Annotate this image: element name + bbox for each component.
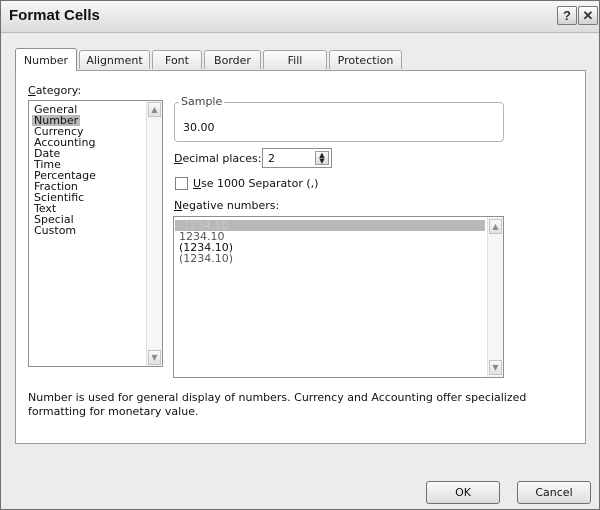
title-bar[interactable]: Format Cells ? ✕ (1, 1, 599, 33)
tab-alignment[interactable]: Alignment (79, 50, 150, 69)
category-description: Number is used for general display of nu… (28, 391, 527, 418)
category-scrollbar[interactable]: ▲ ▼ (146, 101, 162, 366)
scroll-down-arrow-icon[interactable]: ▼ (148, 350, 161, 365)
close-icon: ✕ (582, 7, 594, 23)
category-item[interactable]: Custom (32, 225, 78, 236)
help-button[interactable]: ? (557, 6, 577, 25)
tab-border[interactable]: Border (204, 50, 261, 69)
category-label: Category: (28, 84, 82, 97)
scroll-up-arrow-icon[interactable]: ▲ (489, 219, 502, 234)
sample-value: 30.00 (183, 121, 215, 134)
negative-numbers-scrollbar[interactable]: ▲ ▼ (487, 217, 503, 377)
use-1000-separator-checkbox[interactable] (175, 177, 188, 190)
cancel-button[interactable]: Cancel (517, 481, 591, 504)
decimal-places-label: Decimal places: (174, 152, 262, 165)
tab-font[interactable]: Font (152, 50, 202, 69)
category-list[interactable]: General Number Currency Accounting Date Time P… (28, 100, 163, 367)
sample-legend: Sample (179, 95, 225, 108)
ok-button[interactable]: OK (426, 481, 500, 504)
sample-group: Sample 30.00 (174, 95, 504, 142)
format-cells-dialog: Format Cells ? ✕ Number Alignment Font B… (0, 0, 600, 510)
number-tab-panel: Category: General Number Currency Accountin… (15, 70, 586, 444)
tab-protection[interactable]: Protection (329, 50, 402, 69)
dialog-title: Format Cells (9, 7, 100, 24)
negative-numbers-list[interactable]: -1234.10 1234.10 (1234.10) (1234.10) ▲ ▼ (173, 216, 504, 378)
scroll-up-arrow-icon[interactable]: ▲ (148, 102, 161, 117)
use-1000-separator-label[interactable]: Use 1000 Separator (,) (193, 177, 318, 190)
spin-updown-icon[interactable]: ▲ ▼ (315, 151, 329, 165)
negative-number-item[interactable]: (1234.10) (177, 253, 235, 264)
tab-fill[interactable]: Fill (263, 50, 327, 69)
negative-numbers-label: Negative numbers: (174, 199, 280, 212)
close-button[interactable]: ✕ (578, 6, 598, 25)
help-icon: ? (563, 8, 571, 23)
tab-number[interactable]: Number (15, 48, 77, 71)
decimal-places-value: 2 (268, 152, 275, 165)
decimal-places-spinner[interactable]: 2 ▲ ▼ (262, 148, 332, 168)
scroll-down-arrow-icon[interactable]: ▼ (489, 360, 502, 375)
